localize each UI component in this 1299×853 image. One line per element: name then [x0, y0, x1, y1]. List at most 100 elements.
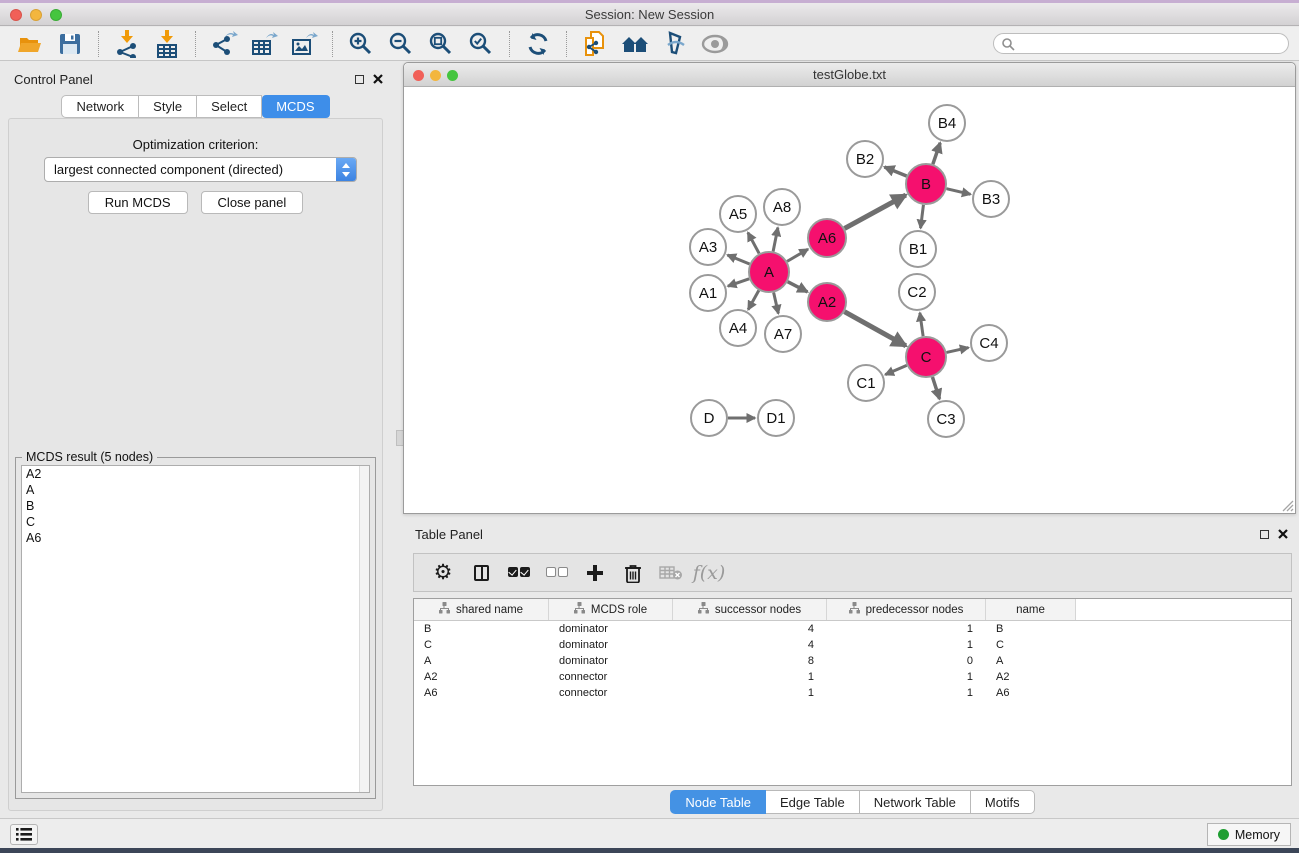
cell-predecessor-nodes[interactable]: 1 [827, 639, 986, 651]
edge-C-C1[interactable] [885, 365, 906, 374]
network-close-icon[interactable] [413, 70, 424, 81]
edge-A-A5[interactable] [748, 233, 759, 254]
edge-A-A2[interactable] [788, 282, 808, 292]
cell-shared-name[interactable]: B [414, 623, 549, 635]
zoom-selected-button[interactable] [461, 29, 501, 59]
edge-B-B4[interactable] [933, 143, 940, 164]
result-item[interactable]: C [22, 514, 369, 530]
select-all-button[interactable] [500, 558, 538, 588]
minimize-window-icon[interactable] [30, 9, 42, 21]
tab-mcds[interactable]: MCDS [262, 95, 329, 118]
result-item[interactable]: B [22, 498, 369, 514]
cell-name[interactable]: A [986, 655, 1076, 667]
network-maximize-icon[interactable] [447, 70, 458, 81]
column-header-mcds-role[interactable]: MCDS role [549, 599, 673, 620]
graphics-details-button[interactable] [655, 29, 695, 59]
function-builder-button[interactable]: f(x) [690, 558, 728, 588]
cell-successor-nodes[interactable]: 1 [673, 687, 827, 699]
resize-grip-icon[interactable] [1280, 498, 1294, 512]
tab-edge-table[interactable]: Edge Table [766, 790, 860, 814]
export-table-button[interactable] [244, 29, 284, 59]
import-network-button[interactable] [107, 29, 147, 59]
home-button[interactable] [615, 29, 655, 59]
tab-network-table[interactable]: Network Table [860, 790, 971, 814]
column-header-name[interactable]: name [986, 599, 1076, 620]
edge-A-A8[interactable] [773, 228, 778, 252]
cell-mcds-role[interactable]: dominator [549, 639, 673, 651]
edge-A2-C[interactable] [844, 312, 905, 346]
birds-eye-view-button[interactable] [695, 29, 735, 59]
mcds-result-list[interactable]: A2ABCA6 [21, 465, 370, 793]
edge-A6-B[interactable] [845, 195, 906, 228]
cell-successor-nodes[interactable]: 1 [673, 671, 827, 683]
export-image-button[interactable] [284, 29, 324, 59]
close-window-icon[interactable] [10, 9, 22, 21]
zoom-out-button[interactable] [381, 29, 421, 59]
run-mcds-button[interactable]: Run MCDS [88, 191, 188, 214]
column-header-shared-name[interactable]: shared name [414, 599, 549, 620]
tab-network[interactable]: Network [61, 95, 139, 118]
cell-successor-nodes[interactable]: 4 [673, 639, 827, 651]
add-column-button[interactable] [576, 558, 614, 588]
result-scrollbar[interactable] [359, 466, 369, 792]
cell-shared-name[interactable]: C [414, 639, 549, 651]
cell-mcds-role[interactable]: connector [549, 687, 673, 699]
search-input[interactable] [1020, 37, 1281, 51]
tab-style[interactable]: Style [139, 95, 197, 118]
column-header-predecessor-nodes[interactable]: predecessor nodes [827, 599, 986, 620]
float-panel-icon[interactable] [355, 75, 364, 84]
cell-successor-nodes[interactable]: 8 [673, 655, 827, 667]
float-table-panel-icon[interactable] [1260, 530, 1269, 539]
node-table[interactable]: shared nameMCDS rolesuccessor nodesprede… [413, 598, 1292, 786]
tab-select[interactable]: Select [197, 95, 262, 118]
result-item[interactable]: A6 [22, 530, 369, 546]
criterion-dropdown[interactable]: largest connected component (directed) [44, 157, 357, 182]
delete-column-button[interactable] [614, 558, 652, 588]
task-history-button[interactable] [10, 824, 38, 845]
cell-name[interactable]: B [986, 623, 1076, 635]
save-session-button[interactable] [50, 29, 90, 59]
cell-mcds-role[interactable]: dominator [549, 623, 673, 635]
delete-table-button[interactable] [652, 558, 690, 588]
cell-predecessor-nodes[interactable]: 1 [827, 671, 986, 683]
cell-shared-name[interactable]: A2 [414, 671, 549, 683]
close-panel-button[interactable]: Close panel [201, 191, 304, 214]
close-table-panel-icon[interactable] [1278, 529, 1288, 539]
show-columns-button[interactable] [462, 558, 500, 588]
close-panel-icon[interactable] [373, 74, 383, 84]
edge-B-B3[interactable] [946, 189, 970, 195]
edge-B-B2[interactable] [884, 167, 906, 176]
result-item[interactable]: A2 [22, 466, 369, 482]
network-window-titlebar[interactable]: testGlobe.txt [404, 63, 1295, 87]
cell-predecessor-nodes[interactable]: 1 [827, 687, 986, 699]
cell-name[interactable]: C [986, 639, 1076, 651]
column-header-successor-nodes[interactable]: successor nodes [673, 599, 827, 620]
table-row[interactable]: Cdominator41C [414, 637, 1291, 653]
zoom-fit-button[interactable] [421, 29, 461, 59]
edge-C-C2[interactable] [920, 313, 923, 336]
table-options-button[interactable]: ⚙ [424, 558, 462, 588]
refresh-button[interactable] [518, 29, 558, 59]
cell-name[interactable]: A2 [986, 671, 1076, 683]
cell-name[interactable]: A6 [986, 687, 1076, 699]
tab-motifs[interactable]: Motifs [971, 790, 1035, 814]
cell-mcds-role[interactable]: connector [549, 671, 673, 683]
edge-A-A6[interactable] [787, 249, 808, 261]
edge-A-A3[interactable] [727, 255, 749, 264]
cell-mcds-role[interactable]: dominator [549, 655, 673, 667]
export-network-button[interactable] [204, 29, 244, 59]
table-row[interactable]: Adominator80A [414, 653, 1291, 669]
open-session-button[interactable] [10, 29, 50, 59]
zoom-in-button[interactable] [341, 29, 381, 59]
table-row[interactable]: A2connector11A2 [414, 669, 1291, 685]
network-canvas[interactable]: B4B2BB3A8A5A6A3B1AC2A1A2A4A7C4CC1C3DD1 [404, 87, 1295, 513]
cell-shared-name[interactable]: A [414, 655, 549, 667]
clone-network-button[interactable] [575, 29, 615, 59]
cell-successor-nodes[interactable]: 4 [673, 623, 827, 635]
edge-A-A1[interactable] [728, 279, 749, 286]
search-field[interactable] [993, 33, 1289, 54]
edge-A-A7[interactable] [774, 292, 779, 313]
result-item[interactable]: A [22, 482, 369, 498]
edge-C-C3[interactable] [932, 377, 939, 399]
edge-C-C4[interactable] [946, 348, 968, 353]
